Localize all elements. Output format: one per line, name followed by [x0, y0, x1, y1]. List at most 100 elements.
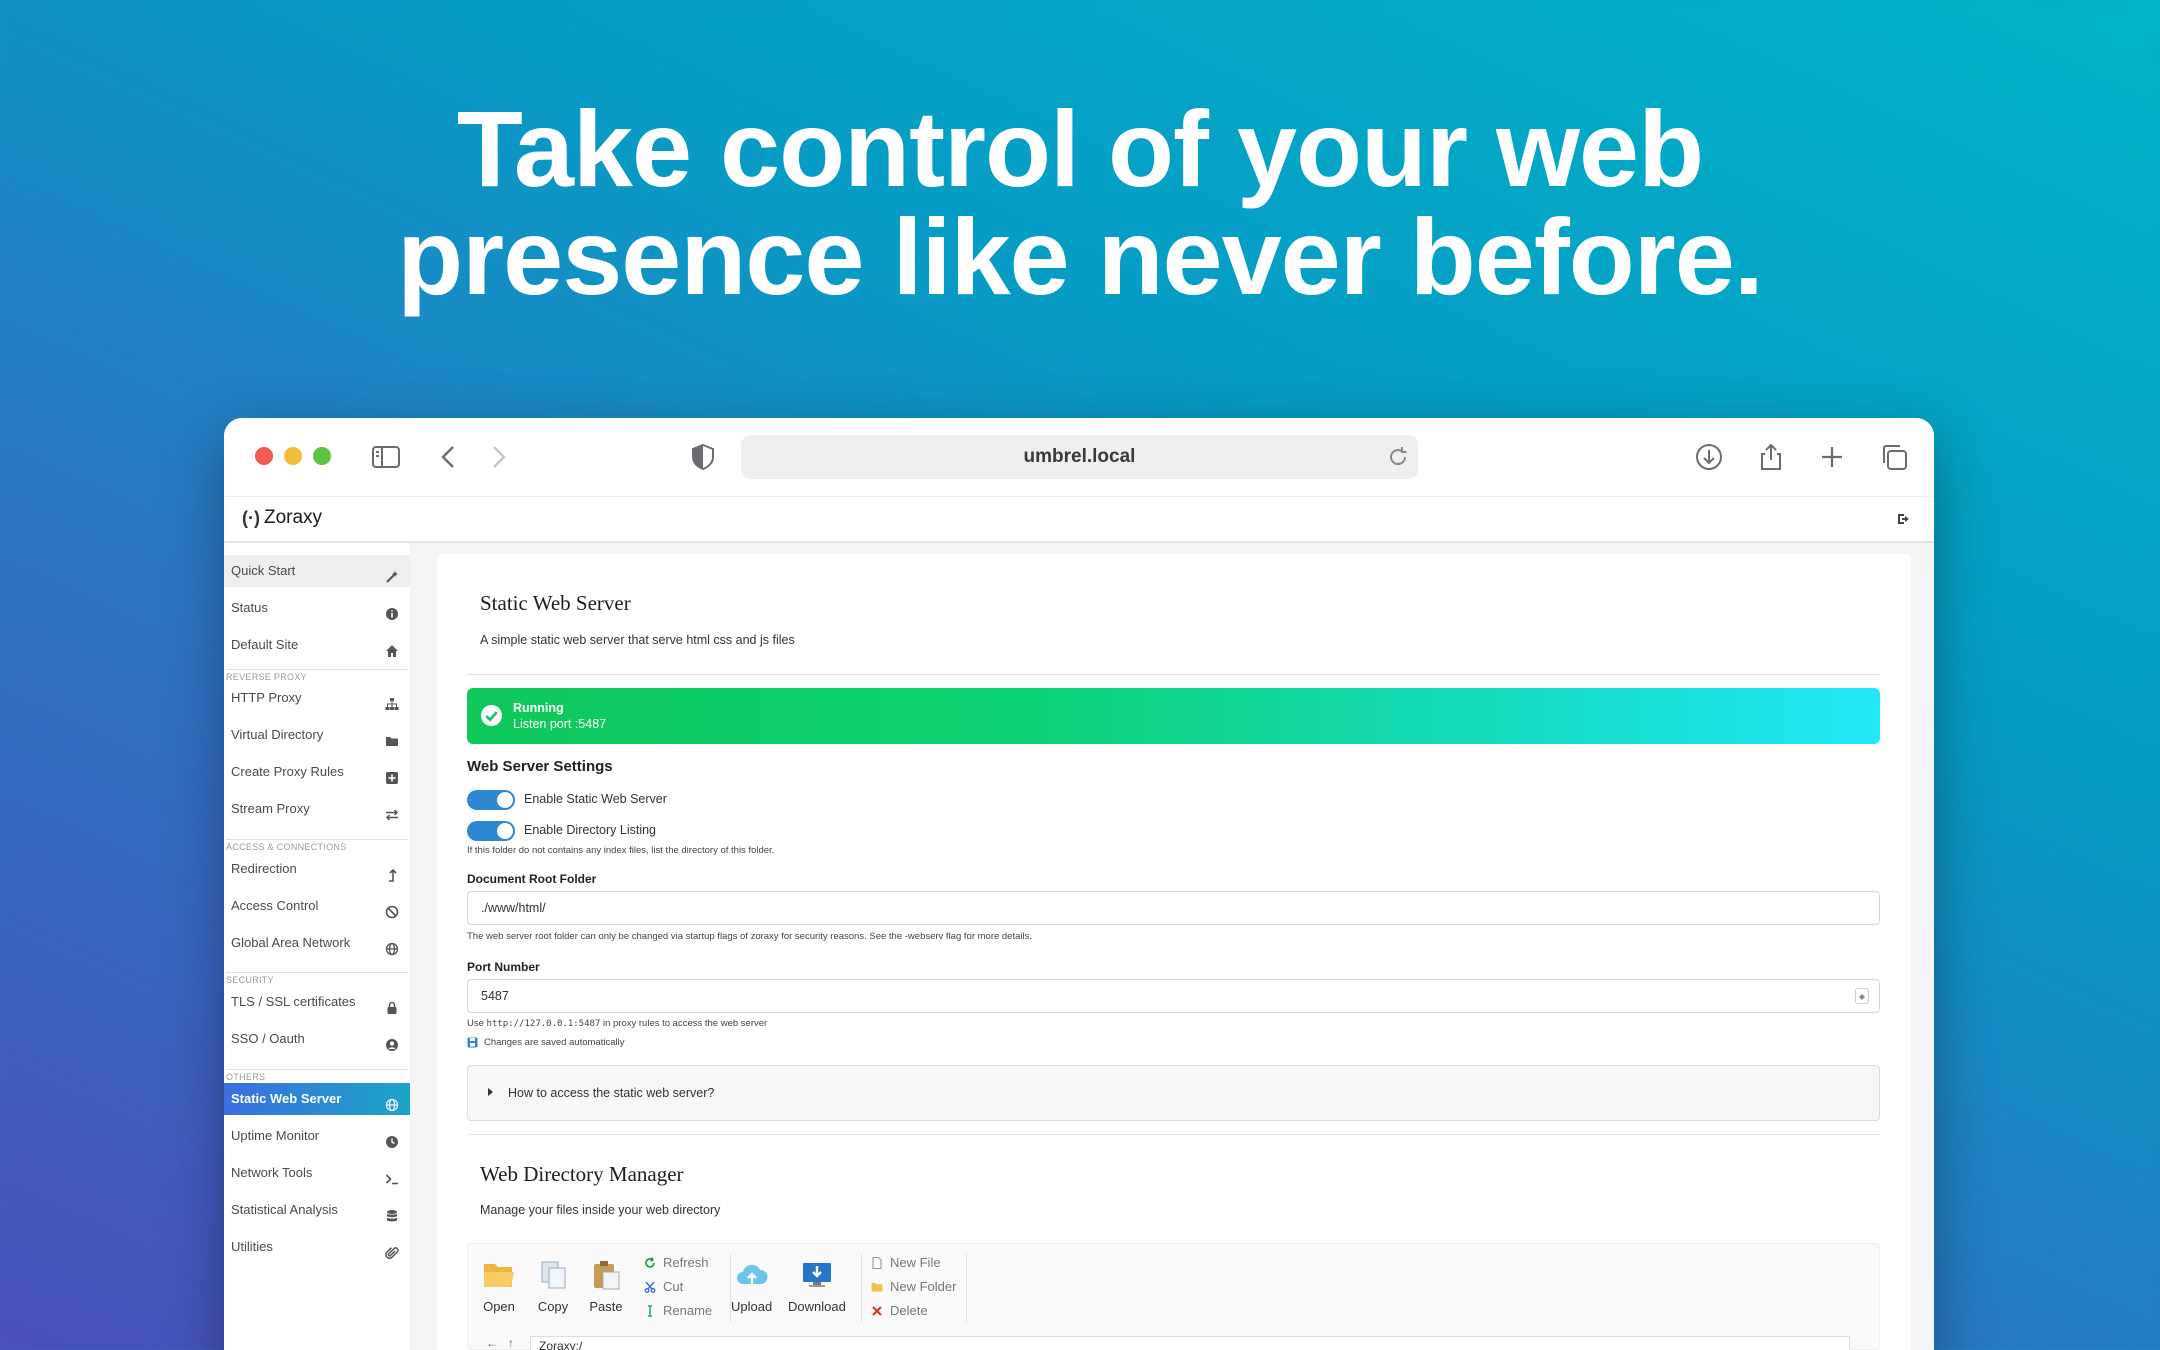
sidebar-item-redirection[interactable]: Redirection: [224, 853, 410, 885]
download-button[interactable]: Download: [788, 1260, 846, 1314]
logout-icon[interactable]: [1896, 511, 1912, 527]
download-label: Download: [788, 1299, 846, 1314]
sidebar-item-sso-oauth[interactable]: SSO / Oauth: [224, 1023, 410, 1055]
refresh-button[interactable]: Refresh: [644, 1255, 709, 1270]
zoraxy-logo[interactable]: (·) Zoraxy: [242, 507, 322, 529]
terminal-icon: [385, 1166, 399, 1185]
paste-label: Paste: [589, 1299, 623, 1314]
copy-button[interactable]: Copy: [536, 1260, 570, 1314]
sidebar-item-global-area-network[interactable]: Global Area Network: [224, 927, 410, 959]
sidebar-item-virtual-directory[interactable]: Virtual Directory: [224, 719, 410, 751]
sidebar-item-network-tools[interactable]: Network Tools: [224, 1157, 410, 1189]
sidebar-item-tls-ssl[interactable]: TLS / SSL certificates: [224, 986, 410, 1018]
upload-label: Upload: [731, 1299, 773, 1314]
level-up-icon: [385, 862, 399, 882]
sidebar-item-statistical-analysis[interactable]: Statistical Analysis: [224, 1194, 410, 1226]
status-title: Running: [513, 701, 564, 715]
tab-overview-icon[interactable]: [1877, 440, 1911, 474]
sidebar-item-label: Quick Start: [231, 563, 296, 578]
folder-icon: [385, 728, 399, 746]
path-input[interactable]: Zoraxy:/: [530, 1336, 1850, 1350]
cut-button[interactable]: Cut: [644, 1279, 683, 1294]
new-file-button[interactable]: New File: [871, 1255, 941, 1270]
sidebar-item-static-web-server[interactable]: Static Web Server: [224, 1083, 410, 1115]
port-number-input[interactable]: 5487: [467, 979, 1880, 1013]
globe-icon: [385, 1092, 399, 1112]
sidebar-item-label: Virtual Directory: [231, 727, 324, 742]
sidebar-item-uptime-monitor[interactable]: Uptime Monitor: [224, 1120, 410, 1152]
sidebar-item-status[interactable]: Status: [224, 592, 410, 624]
path-bar: ← ↑ Zoraxy:/: [468, 1336, 1881, 1350]
refresh-label: Refresh: [663, 1255, 709, 1270]
port-hint-prefix: Use: [467, 1018, 487, 1029]
enable-static-web-server-toggle[interactable]: [467, 790, 515, 810]
enable-static-web-server-label: Enable Static Web Server: [524, 792, 667, 806]
sidebar-item-create-proxy-rules[interactable]: Create Proxy Rules: [224, 756, 410, 788]
sidebar-item-label: Static Web Server: [231, 1091, 342, 1106]
directory-listing-hint: If this folder do not contains any index…: [467, 845, 775, 856]
delete-label: Delete: [890, 1303, 928, 1318]
dir-manager-description: Manage your files inside your web direct…: [480, 1203, 721, 1217]
sidebar-item-default-site[interactable]: Default Site: [224, 629, 410, 661]
ban-icon: [385, 899, 399, 919]
database-icon: [385, 1203, 399, 1222]
back-arrow-icon[interactable]: [432, 440, 466, 474]
app-header: (·) Zoraxy: [224, 496, 1934, 543]
close-window-button[interactable]: [255, 447, 273, 465]
new-folder-button[interactable]: New Folder: [871, 1279, 956, 1294]
sidebar-item-label: SSO / Oauth: [231, 1031, 305, 1046]
sidebar-item-quick-start[interactable]: Quick Start: [224, 555, 410, 587]
new-folder-label: New Folder: [890, 1279, 957, 1294]
sidebar-item-label: Global Area Network: [231, 935, 351, 950]
open-button[interactable]: Open: [482, 1260, 516, 1314]
page-description: A simple static web server that serve ht…: [480, 633, 795, 647]
port-stepper[interactable]: [1855, 988, 1869, 1004]
delete-button[interactable]: Delete: [871, 1303, 928, 1318]
sidebar-item-stream-proxy[interactable]: Stream Proxy: [224, 793, 410, 825]
upload-button[interactable]: Upload: [731, 1260, 772, 1314]
section-label-others: OTHERS: [226, 1069, 408, 1082]
file-manager-toolbar: Open Copy Paste Refresh Cut Rename Uploa…: [467, 1243, 1880, 1350]
sidebar-item-label: Default Site: [231, 637, 299, 652]
path-text: Zoraxy:/: [539, 1339, 583, 1350]
app-name: Zoraxy: [263, 507, 323, 528]
url-text: umbrel.local: [1023, 446, 1136, 467]
folder-open-icon: [484, 1264, 514, 1287]
plus-square-icon: [385, 765, 399, 784]
sidebar-item-http-proxy[interactable]: HTTP Proxy: [224, 682, 410, 714]
forward-arrow-icon[interactable]: [481, 440, 515, 474]
home-icon: [385, 638, 399, 657]
page-title: Static Web Server: [480, 591, 631, 615]
address-bar[interactable]: umbrel.local: [741, 435, 1418, 479]
sidebar-item-label: Status: [231, 600, 268, 615]
sidebar-item-utilities[interactable]: Utilities: [224, 1231, 410, 1263]
section-label-access-connections: ACCESS & CONNECTIONS: [226, 839, 408, 852]
sidebar-item-label: Create Proxy Rules: [231, 764, 344, 779]
minimize-window-button[interactable]: [284, 447, 302, 465]
zoom-window-button[interactable]: [313, 447, 331, 465]
clock-icon: [385, 1129, 399, 1148]
new-file-label: New File: [890, 1255, 941, 1270]
new-tab-icon[interactable]: [1815, 440, 1849, 474]
sidebar-item-label: Redirection: [231, 861, 297, 876]
sidebar-item-label: Statistical Analysis: [231, 1202, 338, 1217]
sitemap-icon: [385, 691, 399, 710]
rename-button[interactable]: Rename: [644, 1303, 712, 1318]
headline-line-2: presence like never before.: [397, 196, 1764, 317]
enable-directory-listing-toggle[interactable]: [467, 821, 515, 841]
paste-button[interactable]: Paste: [589, 1260, 623, 1314]
sidebar-item-access-control[interactable]: Access Control: [224, 890, 410, 922]
globe-icon: [385, 936, 399, 956]
toolbar-separator: [861, 1254, 862, 1322]
delete-x-icon: [872, 1305, 882, 1316]
share-icon[interactable]: [1754, 440, 1788, 474]
back-icon[interactable]: ←: [486, 1336, 498, 1350]
sidebar-toggle-icon[interactable]: [369, 440, 403, 474]
how-to-access-accordion[interactable]: How to access the static web server?: [467, 1065, 1880, 1121]
download-icon[interactable]: [1692, 440, 1726, 474]
document-root-input[interactable]: ./www/html/: [467, 891, 1880, 925]
sidebar-item-label: Access Control: [231, 898, 319, 913]
up-icon[interactable]: ↑: [508, 1336, 514, 1350]
shield-icon[interactable]: [686, 440, 720, 474]
reload-icon[interactable]: [1386, 445, 1410, 469]
